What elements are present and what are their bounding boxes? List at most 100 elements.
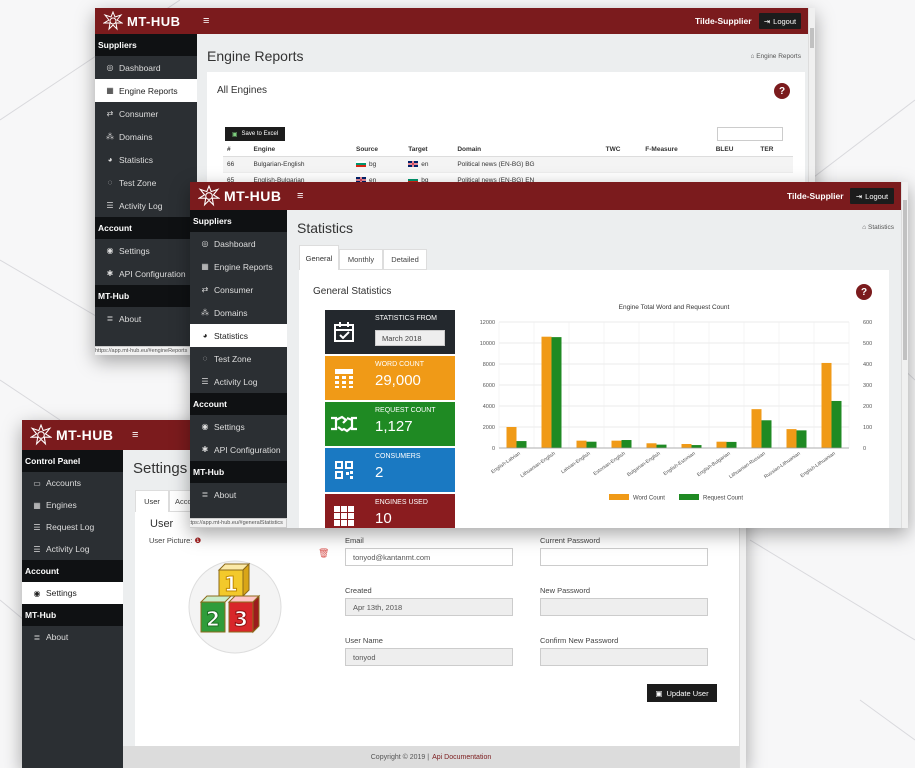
sidebar-item-label: Statistics [214, 330, 249, 341]
logout-button[interactable]: ⇥ Logout [850, 188, 894, 204]
column-header[interactable]: # [223, 143, 250, 157]
column-header[interactable]: BLEU [711, 143, 757, 157]
help-icon[interactable]: ? [856, 284, 872, 300]
sidebar-item-domains[interactable]: ⁂ Domains [190, 301, 287, 324]
flag-en-icon [408, 161, 419, 168]
sidebar-item-about[interactable]: ≣ About [22, 626, 123, 648]
tab-monthly[interactable]: Monthly [339, 249, 383, 270]
sidebar-item-consumer[interactable]: ⇄ Consumer [95, 102, 197, 125]
table-search-input[interactable] [717, 127, 783, 141]
sidebar-item-label: Dashboard [119, 62, 161, 73]
sidebar-item-settings[interactable]: ◉ Settings [22, 582, 123, 604]
y-right-tick-label: 200 [863, 404, 872, 410]
brand-logo[interactable]: MT-HUB [30, 420, 113, 450]
brand-logo[interactable]: MT-HUB [198, 182, 281, 210]
sidebar-item-accounts[interactable]: ▭ Accounts [22, 472, 123, 494]
save-to-excel-button[interactable]: ▣ Save to Excel [225, 127, 285, 141]
status-bar-url: https://app.mt-hub.eu/#generalStatistics [190, 518, 287, 528]
engines-icon: ▦ [33, 500, 41, 510]
sidebar-item-engine-reports[interactable]: ▦ Engine Reports [95, 79, 197, 102]
user-name: Tilde-Supplier [695, 16, 752, 26]
tab-detailed[interactable]: Detailed [383, 249, 427, 270]
svg-text:1: 1 [224, 572, 238, 596]
new-password-field[interactable] [540, 598, 708, 616]
menu-toggle-icon[interactable]: ≡ [203, 8, 209, 34]
sidebar-item-label: Settings [46, 588, 77, 598]
sidebar-item-about[interactable]: ≣ About [95, 307, 197, 330]
sidebar-item-label: Test Zone [119, 177, 157, 188]
sidebar-item-test-zone[interactable]: ◌ Test Zone [95, 171, 197, 194]
sidebar-item-activity-log[interactable]: ☰ Activity Log [190, 370, 287, 393]
statistics-from-select[interactable]: March 2018 [375, 330, 445, 346]
sidebar-item-dashboard[interactable]: ◎ Dashboard [95, 56, 197, 79]
api-documentation-link[interactable]: Api Documentation [432, 754, 491, 761]
sidebar-item-settings[interactable]: ◉ Settings [190, 415, 287, 438]
sidebar-item-api-configuration[interactable]: ✱ API Configuration [190, 438, 287, 461]
cell-text: Bulgarian-English [253, 161, 305, 168]
sidebar-item-statistics[interactable]: ◕ Statistics [95, 148, 197, 171]
bar-word-count [541, 336, 552, 448]
tab-user[interactable]: User [135, 490, 169, 512]
sidebar-item-label: Engine Reports [214, 261, 273, 272]
update-user-button[interactable]: ▣ Update User [647, 684, 717, 702]
brand-logo[interactable]: MT-HUB [103, 8, 181, 34]
apps-icon [325, 494, 363, 528]
footer-copyright: Copyright © 2019 | [370, 753, 430, 761]
sidebar-item-request-log[interactable]: ☰ Request Log [22, 516, 123, 538]
list-icon: ☰ [106, 201, 114, 210]
confirm-password-field[interactable] [540, 648, 708, 666]
bar-request-count [796, 430, 807, 448]
sidebar-item-about[interactable]: ≣ About [190, 483, 287, 506]
x-tick-label: English-Lithuanian [800, 451, 837, 480]
dashboard-icon: ◎ [106, 63, 114, 72]
tab-general[interactable]: General [299, 245, 339, 270]
stat-value: 1,127 [375, 418, 413, 435]
sidebar-item-label: Activity Log [46, 544, 90, 554]
table-cell [711, 156, 757, 173]
column-header[interactable]: Target [404, 143, 454, 157]
bar-request-count [621, 440, 632, 448]
sidebar-item-domains[interactable]: ⁂ Domains [95, 125, 197, 148]
help-icon[interactable]: ? [774, 83, 790, 99]
current-password-field[interactable] [540, 548, 708, 566]
bar-request-count [726, 441, 737, 448]
page-title: Engine Reports [207, 48, 304, 64]
email-field[interactable]: tonyod@kantanmt.com [345, 548, 513, 566]
table-cell: Political news (EN-BG) BG [453, 156, 602, 173]
sidebar-item-settings[interactable]: ◉ Settings [95, 239, 197, 262]
domains-icon: ⁂ [106, 132, 114, 141]
column-header[interactable]: TER [756, 143, 793, 157]
column-header[interactable]: TWC [601, 143, 642, 157]
x-tick-label: English-Bulgarian [696, 451, 732, 479]
sidebar-item-statistics[interactable]: ◕ Statistics [190, 324, 287, 347]
sidebar-section-account: Account [190, 393, 287, 415]
column-header[interactable]: Domain [453, 143, 602, 157]
dashboard-icon: ◎ [201, 239, 209, 248]
x-tick-label: Lithuanian-Russian [728, 451, 767, 481]
delete-picture-icon[interactable]: 🗑 [318, 548, 329, 559]
sidebar-item-activity-log[interactable]: ☰ Activity Log [22, 538, 123, 560]
column-header[interactable]: Engine [249, 143, 352, 157]
scrollbar[interactable] [901, 182, 908, 528]
sidebar-item-label: Settings [214, 421, 245, 432]
sidebar-item-activity-log[interactable]: ☰ Activity Log [95, 194, 197, 217]
logout-button[interactable]: ⇥ Logout [759, 13, 801, 29]
statistics-window: MT-HUB ≡ Tilde-Supplier ⇥ Logout Supplier… [190, 182, 908, 528]
sidebar-item-test-zone[interactable]: ◌ Test Zone [190, 347, 287, 370]
main-content: Statistics ⌂ Statistics General Monthly … [287, 210, 908, 528]
cell-text: Political news (EN-BG) BG [457, 161, 535, 168]
menu-toggle-icon[interactable]: ≡ [297, 182, 303, 210]
new-password-label: New Password [540, 586, 591, 595]
sidebar-item-dashboard[interactable]: ◎ Dashboard [190, 232, 287, 255]
sidebar-item-consumer[interactable]: ⇄ Consumer [190, 278, 287, 301]
sidebar-item-engine-reports[interactable]: ▦ Engine Reports [190, 255, 287, 278]
table-row[interactable]: 66 Bulgarian-English bg en Political news (E… [223, 156, 793, 173]
sidebar-item-api-configuration[interactable]: ✱ API Configuration [95, 262, 197, 285]
confirm-password-label: Confirm New Password [540, 636, 619, 645]
column-header[interactable]: F-Measure [641, 143, 712, 157]
column-header[interactable]: Source [351, 143, 405, 157]
menu-toggle-icon[interactable]: ≡ [132, 420, 138, 450]
sidebar-item-engines[interactable]: ▦ Engines [22, 494, 123, 516]
x-tick-label: English-Latvian [490, 451, 522, 476]
chart-title: Engine Total Word and Request Count [619, 304, 730, 311]
